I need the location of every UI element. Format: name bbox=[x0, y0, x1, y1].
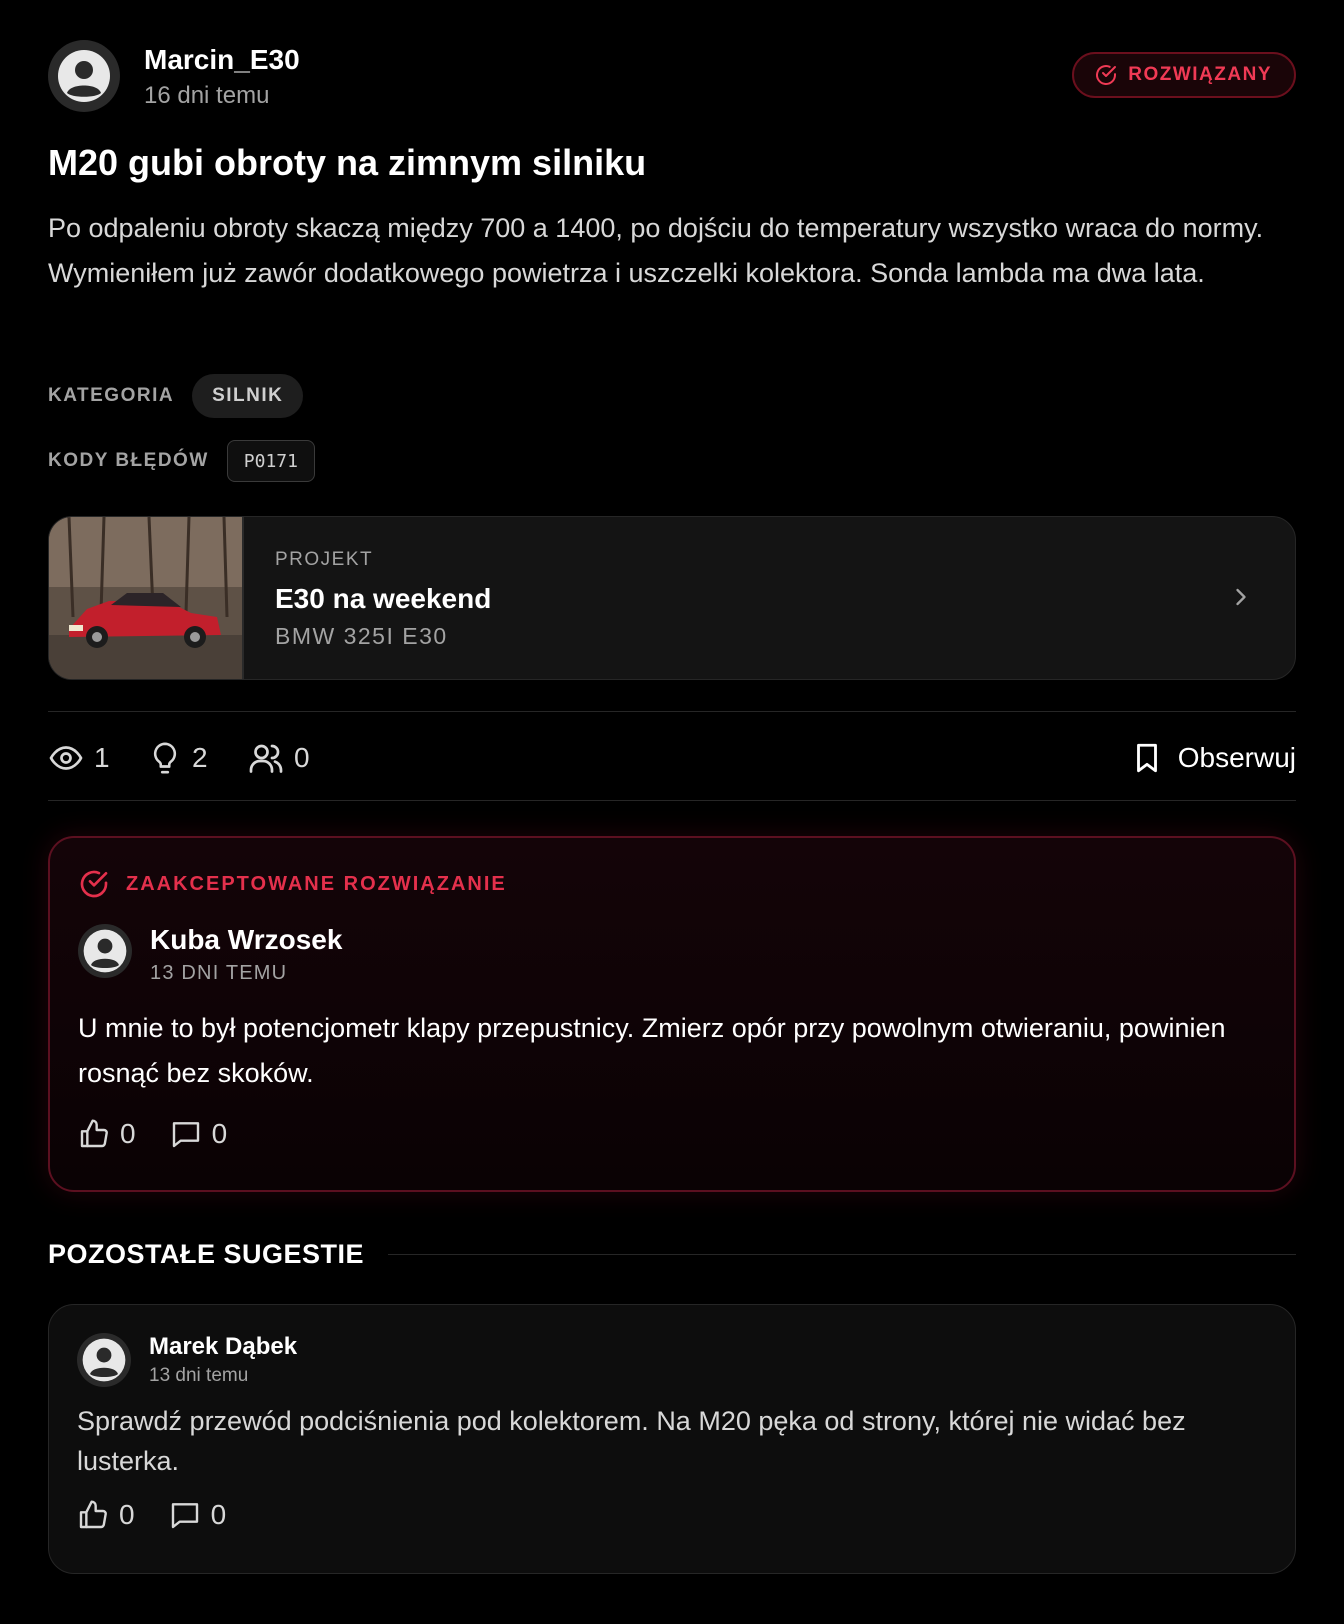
comment-body: Sprawdź przewód podciśnienia pod kolekto… bbox=[77, 1406, 1186, 1476]
comment-time: 13 dni temu bbox=[149, 1365, 249, 1386]
user-icon bbox=[58, 50, 110, 102]
post-title: M20 gubi obroty na zimnym silniku bbox=[48, 142, 647, 183]
divider bbox=[48, 800, 1296, 801]
commenter-avatar[interactable] bbox=[78, 924, 132, 978]
reply-button[interactable]: 0 bbox=[170, 1118, 228, 1150]
comment-icon bbox=[172, 1122, 199, 1148]
follow-label: Obserwuj bbox=[1177, 742, 1296, 773]
status-label: ROZWIĄZANY bbox=[1128, 64, 1272, 85]
bookmark-icon bbox=[1136, 743, 1157, 773]
followers-stat: 0 bbox=[248, 736, 310, 780]
status-badge: ROZWIĄZANY bbox=[1072, 52, 1296, 98]
comment-actions: 0 0 bbox=[78, 1118, 227, 1150]
like-count: 0 bbox=[119, 1499, 135, 1530]
user-icon bbox=[83, 929, 127, 973]
check-circle-icon bbox=[1096, 65, 1117, 85]
author-name[interactable]: Marcin_E30 bbox=[144, 44, 300, 76]
views-stat: 1 bbox=[48, 736, 110, 780]
other-suggestions-header: POZOSTAŁE SUGESTIE bbox=[48, 1234, 1296, 1274]
comment-actions: 0 0 bbox=[77, 1499, 226, 1531]
category-row: KATEGORIA SILNIK bbox=[48, 374, 304, 418]
reply-count: 0 bbox=[211, 1118, 228, 1149]
accepted-solution-card: ZAAKCEPTOWANE ROZWIĄZANIE Kuba Wrzosek 1… bbox=[48, 836, 1296, 1192]
thumbs-up-icon bbox=[80, 1119, 108, 1148]
comment-body: U mnie to był potencjometr klapy przepus… bbox=[78, 1013, 1226, 1088]
commenter-avatar[interactable] bbox=[77, 1333, 131, 1387]
comment-icon bbox=[171, 1503, 198, 1529]
thumbs-up-icon bbox=[79, 1500, 107, 1529]
post-body: Po odpaleniu obroty skaczą między 700 a … bbox=[48, 213, 1264, 288]
car-photo bbox=[49, 517, 242, 679]
category-chip[interactable]: SILNIK bbox=[192, 374, 304, 418]
project-car-model: BMW 325I E30 bbox=[275, 623, 448, 649]
suggestion-card: Marek Dąbek 13 dni temu Sprawdź przewód … bbox=[48, 1304, 1296, 1574]
comment-time: 13 DNI TEMU bbox=[150, 962, 288, 984]
section-divider bbox=[388, 1253, 1296, 1255]
stats-row: 1 2 0 Obserwuj bbox=[48, 736, 1296, 780]
error-codes-row: KODY BŁĘDÓW P0171 bbox=[48, 440, 315, 482]
category-label: KATEGORIA bbox=[48, 385, 175, 406]
followers-count: 0 bbox=[294, 742, 310, 773]
post-time: 16 dni temu bbox=[144, 82, 270, 109]
follow-button[interactable]: Obserwuj bbox=[1130, 736, 1296, 780]
project-name: E30 na weekend bbox=[275, 583, 492, 614]
eye-icon bbox=[49, 746, 83, 770]
error-codes-label: KODY BŁĘDÓW bbox=[48, 450, 209, 471]
reply-button[interactable]: 0 bbox=[169, 1499, 227, 1531]
lightbulb-icon bbox=[153, 742, 177, 774]
like-button[interactable]: 0 bbox=[78, 1118, 136, 1150]
ideas-stat: 2 bbox=[148, 736, 208, 780]
check-circle-icon bbox=[80, 870, 108, 898]
divider bbox=[48, 711, 1296, 712]
section-title: POZOSTAŁE SUGESTIE bbox=[48, 1238, 365, 1269]
accepted-solution-label: ZAAKCEPTOWANE ROZWIĄZANIE bbox=[126, 872, 507, 895]
project-card[interactable]: PROJEKT E30 na weekend BMW 325I E30 bbox=[48, 516, 1296, 680]
project-thumbnail bbox=[49, 517, 244, 679]
accepted-solution-header: ZAAKCEPTOWANE ROZWIĄZANIE bbox=[78, 868, 507, 900]
project-label: PROJEKT bbox=[275, 549, 374, 570]
user-icon bbox=[82, 1338, 126, 1382]
reply-count: 0 bbox=[210, 1499, 227, 1530]
commenter-name[interactable]: Marek Dąbek bbox=[149, 1333, 297, 1361]
like-count: 0 bbox=[120, 1118, 136, 1149]
ideas-count: 2 bbox=[192, 742, 208, 773]
views-count: 1 bbox=[94, 742, 110, 773]
like-button[interactable]: 0 bbox=[77, 1499, 135, 1531]
chevron-right-icon bbox=[1227, 583, 1255, 616]
commenter-name[interactable]: Kuba Wrzosek bbox=[150, 924, 342, 956]
users-icon bbox=[249, 744, 283, 773]
author-avatar[interactable] bbox=[48, 40, 120, 112]
error-code-chip[interactable]: P0171 bbox=[226, 440, 315, 482]
post-header: Marcin_E30 16 dni temu ROZWIĄZANY bbox=[48, 40, 1296, 112]
